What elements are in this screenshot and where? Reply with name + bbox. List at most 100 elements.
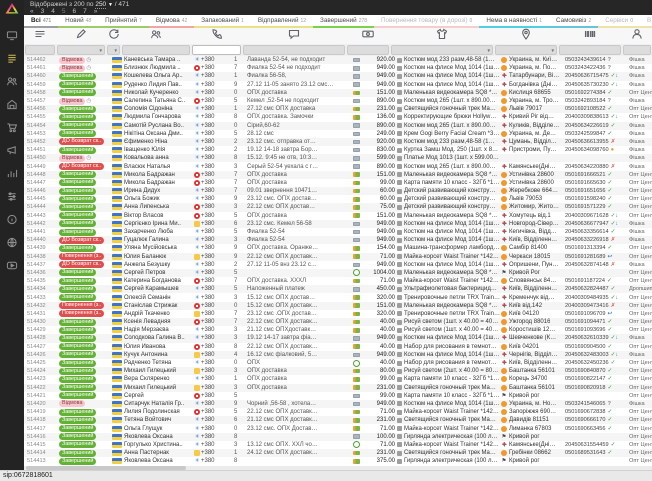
phone-cell[interactable]: ✳+380: [194, 89, 232, 97]
page-number[interactable]: 6: [73, 8, 77, 15]
phone-cell[interactable]: ✳+380: [194, 130, 232, 138]
phone-cell[interactable]: ✳+380: [194, 56, 232, 64]
page-number[interactable]: 7: [83, 8, 87, 15]
phone-cell[interactable]: +380: [194, 203, 232, 211]
page-number[interactable]: 4: [51, 8, 55, 15]
table-row[interactable]: 514455 Завершений Людмила Гончарова ✳+38…: [24, 113, 652, 121]
table-row[interactable]: 514458 Завершений Николай Кучеренко ✳+38…: [24, 89, 652, 97]
sidebar-item-marketing-icon[interactable]: [4, 145, 20, 159]
table-row[interactable]: 514420 Відмова Ситарчук Наталія Гр.. ✳+3…: [24, 400, 652, 408]
table-row[interactable]: 514433 Завершений Олексій Семанін ✳+380 …: [24, 293, 652, 301]
phone-cell[interactable]: ✳+380: [194, 187, 232, 195]
phone-cell[interactable]: ✳+380: [194, 146, 232, 154]
table-row[interactable]: 514462 Відмова◷ Каневська Тамара .. ✳+38…: [24, 56, 652, 64]
phone-cell[interactable]: ✳+380: [194, 163, 232, 171]
column-button-comment[interactable]: [242, 27, 346, 45]
table-row[interactable]: 514414 Завершений Анна Пастернак +380 1 …: [24, 449, 652, 457]
table-row[interactable]: 514437 ДО Возврат ск.. Анжела Безушку ✳+…: [24, 261, 652, 269]
phone-cell[interactable]: +380: [194, 171, 232, 179]
phone-cell[interactable]: +380: [194, 408, 232, 416]
sidebar-item-screen-icon[interactable]: [4, 30, 20, 44]
filter-tracking[interactable]: [559, 45, 621, 55]
table-row[interactable]: 514460 Завершений Кошелева Ольга Ар.. ✳+…: [24, 72, 652, 80]
sidebar-item-cart-icon[interactable]: [4, 122, 20, 136]
phone-cell[interactable]: ✳+380: [194, 236, 232, 244]
phone-cell[interactable]: +380: [194, 220, 232, 228]
table-row[interactable]: 514435 Завершений Катерина Богданова +38…: [24, 277, 652, 285]
caret-down-icon[interactable]: ▼: [108, 2, 113, 8]
phone-cell[interactable]: ✳+380: [194, 285, 232, 293]
filter-region[interactable]: ▼: [495, 45, 557, 55]
table-row[interactable]: 514427 Завершений Юлия Иванова +380 8 22…: [24, 343, 652, 351]
filter-comment[interactable]: [243, 45, 345, 55]
page-number[interactable]: 3: [41, 8, 45, 15]
table-row[interactable]: 514415 Завершений Горгулько Христина.. ✳…: [24, 441, 652, 449]
table-row[interactable]: 514440 ДО Возврат ск.. Гуцалюк Галина ✳+…: [24, 236, 652, 244]
phone-cell[interactable]: ✳+380: [194, 334, 232, 342]
phone-cell[interactable]: ✳+380: [194, 228, 232, 236]
table-row[interactable]: 514431 Повернення (з.. Андрій Ткаченко +…: [24, 310, 652, 318]
phone-cell[interactable]: ✳+380: [194, 72, 232, 80]
phone-cell[interactable]: ✳+380: [194, 154, 232, 162]
table-row[interactable]: 514424 Завершений Михаил Гилецький +380 …: [24, 367, 652, 375]
table-row[interactable]: 514447 Завершений Микола Бадражан +380 7…: [24, 179, 652, 187]
first-page-button[interactable]: «: [30, 8, 34, 15]
page-number[interactable]: 5: [62, 8, 66, 15]
table-row[interactable]: 514425 Завершений Радченко Тетяна ✳+380 …: [24, 359, 652, 367]
column-button-name[interactable]: [121, 27, 191, 45]
phone-cell[interactable]: ✳+380: [194, 81, 232, 89]
table-row[interactable]: 514418 Завершений Тетяна Войтович ✳+380 …: [24, 416, 652, 424]
table-row[interactable]: 514441 Завершений Захарченко Люба ✳+380 …: [24, 228, 652, 236]
table-row[interactable]: 514429 Завершений Надія Мерзаєва ✳+380 3…: [24, 326, 652, 334]
table-row[interactable]: 514450 Відмова◷ Ковальова анна ✳+380 8 1…: [24, 154, 652, 162]
table-row[interactable]: 514421 Завершений Сергей +380 5 99.00 Ка…: [24, 392, 652, 400]
phone-cell[interactable]: +380: [194, 277, 232, 285]
phone-cell[interactable]: +380: [194, 179, 232, 187]
filter-status[interactable]: ▼: [57, 45, 105, 55]
last-page-button[interactable]: »: [94, 8, 98, 15]
column-button-supplier[interactable]: [622, 27, 652, 45]
phone-cell[interactable]: ✳+380: [194, 195, 232, 203]
sidebar-item-orders-icon[interactable]: [4, 53, 20, 67]
phone-cell[interactable]: ✳+380: [194, 375, 232, 383]
table-row[interactable]: 514461 Відмова◷ Близнюк Людмила .. +380 …: [24, 64, 652, 72]
phone-cell[interactable]: ✳+380: [194, 433, 232, 441]
phone-cell[interactable]: +380: [194, 343, 232, 351]
phone-cell[interactable]: ✳+380: [194, 359, 232, 367]
phone-cell[interactable]: ✳+380: [194, 326, 232, 334]
table-row[interactable]: 514446 Завершений Ирина Дидух ✳+380 7 09…: [24, 187, 652, 195]
column-button-id[interactable]: [24, 27, 56, 45]
table-row[interactable]: 514417 Завершений Ольга Глущук ✳+380 0 2…: [24, 424, 652, 432]
sidebar-item-customers-icon[interactable]: [4, 76, 20, 90]
phone-cell[interactable]: ✳+380: [194, 138, 232, 146]
app-logo-icon[interactable]: [0, 0, 24, 16]
phone-cell[interactable]: +380: [194, 384, 232, 392]
table-row[interactable]: 514419 Завершений Лилия Подолинская +380…: [24, 408, 652, 416]
table-row[interactable]: 514426 Завершений Кучук Антонина +380 4 …: [24, 351, 652, 359]
sidebar-item-globe-icon[interactable]: [4, 237, 20, 251]
column-button-status[interactable]: [56, 27, 106, 45]
table-row[interactable]: 514448 Завершений Микола Бадражан +380 7…: [24, 171, 652, 179]
phone-cell[interactable]: +380: [194, 253, 232, 261]
table-row[interactable]: 514459 Завершений Руденко Лидия Пав.. ✳+…: [24, 81, 652, 89]
phone-cell[interactable]: ✳+380: [194, 113, 232, 121]
filter-name[interactable]: [122, 45, 190, 55]
phone-cell[interactable]: +380: [194, 64, 232, 72]
filter-phone[interactable]: [192, 45, 241, 55]
table-row[interactable]: 514432 Повернення (з.. Станіслав Стрижак…: [24, 302, 652, 310]
phone-cell[interactable]: +380: [194, 318, 232, 326]
table-row[interactable]: 514413 Завершений Яковлева Оксана ✳+380 …: [24, 457, 652, 465]
table-row[interactable]: 514443 Завершений Віктор Власов +380 5 О…: [24, 212, 652, 220]
table-row[interactable]: 514438 Повернення (з.. Юлия Баланюк +380…: [24, 253, 652, 261]
sidebar-item-stats-icon[interactable]: [4, 168, 20, 182]
filter-supplier[interactable]: [623, 45, 651, 55]
column-button-phone[interactable]: [191, 27, 242, 45]
filter-product[interactable]: ▼: [391, 45, 493, 55]
phone-cell[interactable]: +380: [194, 310, 232, 318]
phone-cell[interactable]: ✳+380: [194, 441, 232, 449]
phone-cell[interactable]: +380: [194, 367, 232, 375]
table-row[interactable]: 514416 Завершений Яковлева Оксана ✳+380 …: [24, 433, 652, 441]
filter-flag[interactable]: ▼: [107, 45, 120, 55]
phone-cell[interactable]: ✳+380: [194, 244, 232, 252]
table-row[interactable]: 514439 Завершений Уляна Мусійовська ✳+38…: [24, 244, 652, 252]
